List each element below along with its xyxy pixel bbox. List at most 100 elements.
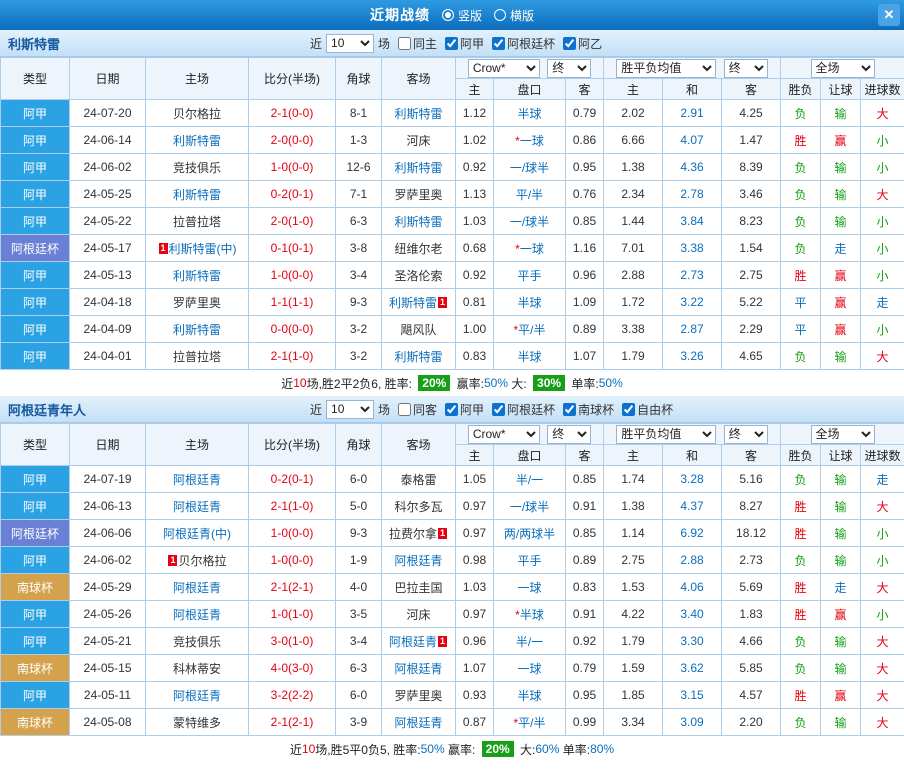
euro-draw-odds: 2.73 [662, 261, 723, 289]
corner-count: 3-2 [335, 315, 382, 343]
col-type: 类型 [0, 423, 70, 466]
euro-odds-group: 胜平负均值 终 [603, 423, 782, 445]
radio-selected-icon[interactable] [441, 9, 454, 21]
euro-draw-odds: 6.92 [662, 519, 723, 547]
result-handicap: 输 [820, 465, 862, 493]
filter-checkbox[interactable] [445, 402, 459, 416]
asia-handicap: 半球 [493, 99, 566, 127]
euro-home-odds: 1.38 [603, 492, 664, 520]
away-team: 纽维尔老 [381, 234, 456, 262]
filter-checkbox[interactable] [622, 402, 636, 416]
stats-text: 50% [420, 742, 445, 756]
result-wdl: 负 [780, 465, 822, 493]
stats-text: 大: [516, 742, 536, 757]
close-button[interactable]: ✕ [878, 4, 900, 26]
asia-away-odds: 0.85 [564, 519, 605, 547]
match-score: 1-0(0-0) [248, 546, 336, 574]
underdog-star-icon: * [515, 607, 520, 622]
result-handicap: 赢 [820, 261, 862, 289]
home-team: 阿根廷青(中) [145, 519, 249, 547]
match-score: 1-0(0-0) [248, 153, 336, 181]
scope-select[interactable]: 全场 [810, 424, 875, 444]
euro-away-odds: 8.27 [721, 492, 782, 520]
match-date: 24-05-29 [69, 573, 146, 601]
recent-count-select[interactable]: 10 [326, 399, 375, 419]
match-date: 24-06-13 [69, 492, 146, 520]
match-row: 阿甲 24-04-01 拉普拉塔 2-1(1-0) 3-2 利斯特雷 0.83 半球 1.07 1… [0, 342, 904, 370]
filter-option: 阿根廷杯 [484, 401, 555, 418]
euro-odds-select[interactable]: 胜平负均值 [616, 58, 717, 78]
result-goals: 大 [860, 492, 904, 520]
home-team: 利斯特雷 [145, 315, 249, 343]
match-score: 2-1(1-0) [248, 342, 336, 370]
filter-checkbox-label: 阿甲 [460, 36, 485, 51]
stats-badge: 20% [418, 375, 451, 391]
stats-text: 近 [289, 742, 302, 757]
euro-stage-select[interactable]: 终 [723, 424, 768, 444]
asia-handicap: 平手 [493, 546, 566, 574]
match-score: 2-1(2-1) [248, 573, 336, 601]
view-horizontal-radio[interactable]: 横版 [494, 7, 534, 24]
games-label: 场 [378, 402, 391, 417]
filter-checkbox[interactable] [398, 36, 412, 50]
filter-checkbox[interactable] [445, 36, 459, 50]
col-date: 日期 [69, 57, 146, 100]
col-type: 类型 [0, 57, 70, 100]
home-team: 科林蒂安 [145, 654, 249, 682]
underdog-star-icon: * [515, 133, 520, 148]
view-vertical-radio[interactable]: 竖版 [441, 7, 482, 24]
team-name: 利斯特雷 [394, 349, 443, 364]
odds-stage-select[interactable]: 终 [547, 58, 592, 78]
scope-select[interactable]: 全场 [810, 58, 875, 78]
filter-checkbox[interactable] [563, 402, 577, 416]
odds-company-select[interactable]: Crow* [467, 424, 540, 444]
filter-checkbox[interactable] [398, 402, 412, 416]
team-name: 阿根廷青 [394, 715, 443, 730]
corner-count: 9-3 [335, 288, 382, 316]
filter-checkbox[interactable] [492, 402, 506, 416]
euro-home-odds: 1.74 [603, 465, 664, 493]
filter-checkbox-label: 阿甲 [460, 402, 485, 417]
corner-count: 8-1 [335, 99, 382, 127]
asia-home-odds: 0.97 [455, 492, 494, 520]
result-goals: 大 [860, 708, 904, 736]
filter-checkbox-label: 阿根廷杯 [507, 402, 556, 417]
odds-company-select[interactable]: Crow* [467, 58, 540, 78]
asia-away-odds: 0.86 [564, 126, 605, 154]
euro-stage-select[interactable]: 终 [723, 58, 768, 78]
col-goals-result: 进球数 [860, 444, 904, 466]
euro-home-odds: 1.14 [603, 519, 664, 547]
team-name: 纽维尔老 [394, 241, 443, 256]
result-handicap: 输 [820, 627, 862, 655]
team-name: 阿根廷青 [388, 634, 437, 649]
recent-count-select[interactable]: 10 [326, 33, 375, 53]
filter-checkbox[interactable] [492, 36, 506, 50]
match-date: 24-04-09 [69, 315, 146, 343]
home-team: 阿根廷青 [145, 573, 249, 601]
match-score: 1-0(1-0) [248, 600, 336, 628]
euro-odds-select[interactable]: 胜平负均值 [616, 424, 717, 444]
match-date: 24-05-26 [69, 600, 146, 628]
euro-draw-odds: 2.78 [662, 180, 723, 208]
result-wdl: 负 [780, 627, 822, 655]
odds-stage-select[interactable]: 终 [547, 424, 592, 444]
league-badge: 阿甲 [0, 207, 70, 235]
match-date: 24-05-15 [69, 654, 146, 682]
team-name: 拉普拉塔 [172, 349, 221, 364]
match-row: 阿甲 24-04-09 利斯特雷 0-0(0-0) 3-2 飓风队 1.00 *平/半 0.89… [0, 315, 904, 343]
match-row: 阿甲 24-05-25 利斯特雷 0-2(0-1) 7-1 罗萨里奥 1.13 平/半 0.76… [0, 180, 904, 208]
corner-count: 1-9 [335, 546, 382, 574]
result-wdl: 平 [780, 315, 822, 343]
euro-away-odds: 1.83 [721, 600, 782, 628]
filter-checkbox[interactable] [563, 36, 577, 50]
radio-unselected-icon[interactable] [494, 9, 506, 21]
asia-handicap: 一球 [493, 654, 566, 682]
col-corner: 角球 [335, 57, 382, 100]
result-handicap: 赢 [820, 288, 862, 316]
result-wdl: 胜 [780, 492, 822, 520]
asia-handicap: *平/半 [493, 315, 566, 343]
euro-away-odds: 2.20 [721, 708, 782, 736]
team-name: 阿根廷青 [172, 688, 221, 703]
result-handicap: 输 [820, 654, 862, 682]
asia-home-odds: 0.97 [455, 600, 494, 628]
